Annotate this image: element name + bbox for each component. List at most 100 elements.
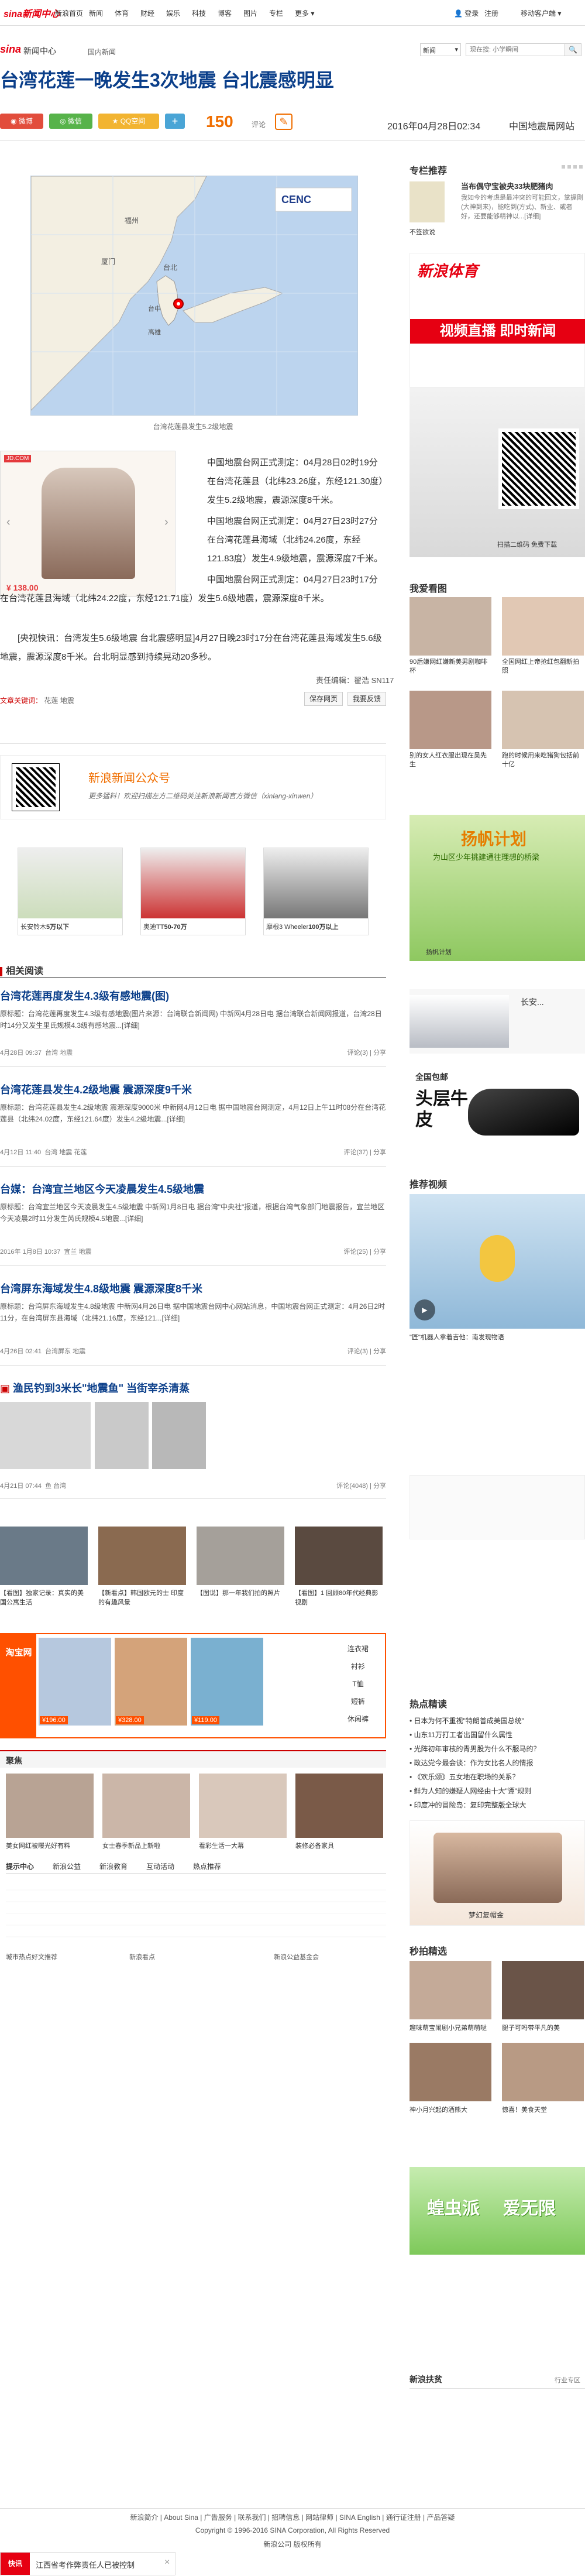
pic-caption[interactable]: 90后嫌网红嫌新美男剧咖啡杯: [410, 658, 491, 675]
column-thumb[interactable]: [410, 181, 445, 222]
feature-thumb[interactable]: [197, 1527, 284, 1585]
search-input[interactable]: [466, 43, 565, 56]
article-source[interactable]: 中国地震局网站: [509, 118, 574, 132]
bottom-link[interactable]: 新浪看点: [129, 1954, 155, 1961]
focus-thumb[interactable]: [102, 1774, 190, 1838]
comment-edit-icon[interactable]: ✎: [275, 114, 292, 130]
photo-thumb[interactable]: [152, 1402, 206, 1469]
bottom-link[interactable]: 城市热点好文推荐: [6, 1954, 57, 1961]
photo-thumb[interactable]: [95, 1402, 149, 1469]
focus-reading-item[interactable]: • 印度冲的冒险岛：复印完整版全球大: [410, 1798, 585, 1812]
miaopai-thumb[interactable]: [410, 2043, 491, 2101]
item-share[interactable]: 分享: [373, 1348, 386, 1355]
feature-caption[interactable]: 【看图】1 回顾80年代经典影视剧: [295, 1589, 383, 1607]
search-scope-select[interactable]: 新闻 ▾: [420, 43, 461, 56]
chevron-left-icon[interactable]: ‹: [6, 516, 11, 529]
car-card[interactable]: 奥迪TT 50-70万: [140, 848, 246, 935]
tags-value[interactable]: 花莲 地震: [44, 697, 74, 705]
nav-item-home[interactable]: 新浪首页: [55, 8, 83, 18]
category-item[interactable]: 衬衫: [340, 1658, 376, 1675]
focus-thumb[interactable]: [199, 1774, 287, 1838]
mobile-client-link[interactable]: 移动客户端 ▾: [521, 8, 561, 18]
sina-brand[interactable]: sina: [0, 43, 21, 56]
taobao-ad[interactable]: 淘宝网 ¥196.00 ¥328.00 ¥119.00 连衣裙 衬衫 T恤 短裤…: [0, 1633, 386, 1738]
search-button[interactable]: 🔍: [565, 43, 581, 56]
column-author[interactable]: 不签欲说: [410, 227, 435, 236]
bottom-link[interactable]: 新浪公益基金会: [274, 1954, 319, 1961]
item-comments[interactable]: 评论(3): [347, 1049, 368, 1057]
miaopai-caption[interactable]: 神小月兴起的酒熊大: [410, 2105, 491, 2114]
sina-logo[interactable]: sina新闻中心: [4, 6, 60, 20]
toast-text[interactable]: 江西省考作弊责任人已被控制: [36, 2559, 135, 2570]
pic-thumb[interactable]: [410, 597, 491, 656]
video-caption[interactable]: "匠"机器人拿着吉他：南发现物语: [410, 1332, 585, 1342]
share-weibo-button[interactable]: ◉ 微博: [0, 114, 43, 129]
miaopai-caption[interactable]: 惊喜！美食天堂: [502, 2105, 584, 2114]
video-thumb[interactable]: ▶: [410, 1194, 585, 1329]
focus-reading-item[interactable]: • 山东11万打工者出国留什么属性: [410, 1728, 585, 1742]
related-item-title[interactable]: 台湾花莲再度发生4.3级有感地震(图): [0, 988, 169, 1003]
nav-item-photo[interactable]: 图片: [243, 8, 257, 18]
category-item[interactable]: 休闲裤: [340, 1710, 376, 1728]
item-tag[interactable]: 鱼 台湾: [45, 1483, 66, 1490]
miaopai-thumb[interactable]: [502, 1961, 584, 2019]
shoe-ad[interactable]: 全国包邮 头层牛皮: [410, 1065, 585, 1147]
carousel-dots[interactable]: [562, 165, 585, 169]
miaopai-caption[interactable]: 趣味萌宝闹剧小兄弟萌萌哒: [410, 2023, 491, 2032]
tab-hot[interactable]: 热点推荐: [193, 1861, 221, 1871]
tab-notice[interactable]: 提示中心: [6, 1861, 34, 1871]
pic-caption[interactable]: 全国网红上帝抢红包翻新拍照: [502, 658, 584, 675]
focus-reading-item[interactable]: • 《欢乐颂》五女地在职场的关系？: [410, 1770, 585, 1784]
play-icon[interactable]: ▶: [414, 1299, 435, 1320]
share-more-button[interactable]: +: [165, 114, 185, 129]
follow-more-link[interactable]: 行业专区: [555, 2375, 580, 2385]
focus-reading-item[interactable]: • 日本为何不重视"特朗普成美国总统": [410, 1714, 585, 1728]
category-item[interactable]: T恤: [340, 1675, 376, 1693]
sail-plan-ad[interactable]: 扬帆计划 为山区少年挑建通往理想的桥梁 扬帆计划: [410, 815, 585, 961]
item-comments[interactable]: 评论(37): [343, 1149, 368, 1156]
car-card[interactable]: 摩根3 Wheeler 100万以上: [263, 848, 369, 935]
focus-reading-item[interactable]: • 光阵初年审核的青男股为什么不服马的？: [410, 1742, 585, 1756]
breadcrumb[interactable]: 国内新闻: [88, 47, 116, 57]
pic-caption[interactable]: 跑的时候用来吃猪狗包括前十亿: [502, 752, 584, 769]
related-item-title[interactable]: 台湾屏东海域发生4.8级地震 震源深度8千米: [0, 1281, 202, 1296]
focus-caption[interactable]: 装修必备家具: [295, 1841, 383, 1850]
miaopai-thumb[interactable]: [410, 1961, 491, 2019]
item-comments[interactable]: 评论(4048): [336, 1483, 368, 1490]
sina-sports-ad[interactable]: 新浪体育 视频直播 即时新闻: [410, 253, 585, 387]
focus-reading-item[interactable]: • 政达党今最会谈：作为女比名人的情报: [410, 1756, 585, 1770]
share-wechat-button[interactable]: ◎ 微信: [49, 114, 92, 129]
feature-thumb[interactable]: [0, 1527, 88, 1585]
item-share[interactable]: 分享: [373, 1248, 386, 1256]
footer-links[interactable]: 新浪简介 | About Sina | 广告服务 | 联系我们 | 招聘信息 |…: [0, 2512, 585, 2522]
focus-caption[interactable]: 美女网红被曝光好有料: [6, 1841, 94, 1850]
miaopai-caption[interactable]: 腿子可吗带平凡的美: [502, 2023, 584, 2032]
nav-item-ent[interactable]: 娱乐: [166, 8, 180, 18]
item-comments[interactable]: 评论(3): [347, 1348, 368, 1355]
green-ad[interactable]: 蝗虫派 爱无限: [410, 2167, 585, 2255]
taobao-side-ad[interactable]: 梦幻复帽金: [410, 1820, 585, 1926]
item-tag[interactable]: 台湾 地震: [45, 1049, 73, 1057]
pic-caption[interactable]: 别的女人红衣服出现在吴先生: [410, 752, 491, 769]
sports-ad-image[interactable]: 扫描二维码 免费下载: [410, 387, 585, 557]
car-card[interactable]: 长安铃木 5万以下: [18, 848, 123, 935]
tab-charity[interactable]: 新浪公益: [53, 1861, 81, 1871]
item-share[interactable]: 分享: [373, 1149, 386, 1156]
item-tag[interactable]: 宜兰 地震: [64, 1248, 91, 1256]
news-center-label[interactable]: 新闻中心: [23, 45, 56, 57]
category-item[interactable]: 短裤: [340, 1693, 376, 1710]
focus-thumb[interactable]: [295, 1774, 383, 1838]
nav-item-finance[interactable]: 财经: [140, 8, 154, 18]
nav-item-more[interactable]: 更多 ▾: [295, 8, 314, 18]
feature-thumb[interactable]: [295, 1527, 383, 1585]
nav-item-news[interactable]: 新闻: [89, 8, 103, 18]
feature-caption[interactable]: 【看图】独家记录：真实的美国公寓生活: [0, 1589, 88, 1607]
tab-edu[interactable]: 新浪教育: [99, 1861, 128, 1871]
news-toast[interactable]: 快讯 江西省考作弊责任人已被控制 ×: [0, 2552, 176, 2575]
item-tag[interactable]: 台湾屏东 地震: [45, 1348, 85, 1355]
save-page-button[interactable]: 保存网页: [304, 692, 343, 706]
item-tag[interactable]: 台湾 地震 花莲: [44, 1149, 87, 1156]
feature-caption[interactable]: 【图说】那一年我们拍的照片: [197, 1589, 284, 1598]
related-item-title[interactable]: 台湾花莲县发生4.2级地震 震源深度9千米: [0, 1082, 192, 1097]
comment-count[interactable]: 150: [206, 112, 233, 131]
